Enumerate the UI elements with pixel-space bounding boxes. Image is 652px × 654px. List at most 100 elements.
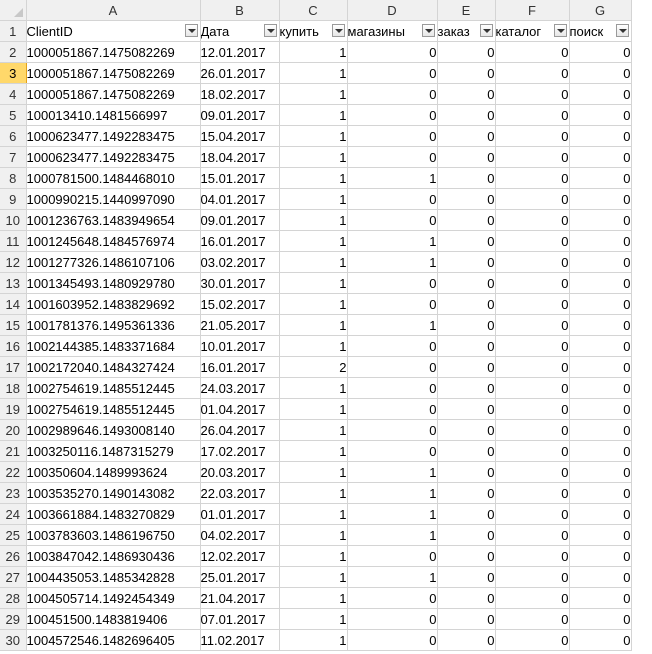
cell-poisk[interactable]: 0	[569, 62, 632, 84]
cell-katalog[interactable]: 0	[495, 83, 570, 105]
cell-katalog[interactable]: 0	[495, 125, 570, 147]
cell-poisk[interactable]: 0	[569, 545, 632, 567]
cell-poisk[interactable]: 0	[569, 377, 632, 399]
cell-kupit[interactable]: 1	[279, 83, 348, 105]
cell-clientid[interactable]: 1000623477.1492283475	[26, 146, 201, 168]
cell-zakaz[interactable]: 0	[437, 188, 496, 210]
cell-zakaz[interactable]: 0	[437, 587, 496, 609]
cell-date[interactable]: 12.01.2017	[200, 41, 280, 63]
cell-katalog[interactable]: 0	[495, 230, 570, 252]
cell-clientid[interactable]: 1000990215.1440997090	[26, 188, 201, 210]
cell-katalog[interactable]: 0	[495, 608, 570, 630]
cell-date[interactable]: 25.01.2017	[200, 566, 280, 588]
cell-zakaz[interactable]: 0	[437, 419, 496, 441]
cell-katalog[interactable]: 0	[495, 587, 570, 609]
filter-dropdown-icon[interactable]	[615, 24, 629, 37]
cell-poisk[interactable]: 0	[569, 209, 632, 231]
row-header[interactable]: 21	[0, 440, 27, 462]
cell-poisk[interactable]: 0	[569, 314, 632, 336]
cell-katalog[interactable]: 0	[495, 188, 570, 210]
cell-magaziny[interactable]: 1	[347, 167, 438, 189]
cell-magaziny[interactable]: 0	[347, 629, 438, 651]
row-header[interactable]: 10	[0, 209, 27, 231]
cell-magaziny[interactable]: 0	[347, 41, 438, 63]
cell-kupit[interactable]: 1	[279, 62, 348, 84]
cell-magaziny[interactable]: 1	[347, 482, 438, 504]
row-header[interactable]: 27	[0, 566, 27, 588]
spreadsheet-grid[interactable]: A B C D E F G 1 ClientID Дата купить маг…	[0, 0, 652, 654]
cell-katalog[interactable]: 0	[495, 272, 570, 294]
cell-magaziny[interactable]: 0	[347, 146, 438, 168]
cell-zakaz[interactable]: 0	[437, 104, 496, 126]
filter-dropdown-icon[interactable]	[479, 24, 493, 37]
cell-poisk[interactable]: 0	[569, 608, 632, 630]
column-header-e[interactable]: E	[437, 0, 496, 21]
cell-poisk[interactable]: 0	[569, 125, 632, 147]
cell-date[interactable]: 12.02.2017	[200, 545, 280, 567]
cell-magaziny[interactable]: 0	[347, 587, 438, 609]
cell-magaziny[interactable]: 1	[347, 230, 438, 252]
cell-kupit[interactable]: 1	[279, 545, 348, 567]
row-header[interactable]: 4	[0, 83, 27, 105]
cell-poisk[interactable]: 0	[569, 83, 632, 105]
cell-magaziny[interactable]: 0	[347, 419, 438, 441]
cell-zakaz[interactable]: 0	[437, 356, 496, 378]
row-header[interactable]: 2	[0, 41, 27, 63]
column-header-c[interactable]: C	[279, 0, 348, 21]
cell-katalog[interactable]: 0	[495, 209, 570, 231]
cell-kupit[interactable]: 1	[279, 167, 348, 189]
cell-katalog[interactable]: 0	[495, 146, 570, 168]
cell-date[interactable]: 09.01.2017	[200, 104, 280, 126]
cell-date[interactable]: 09.01.2017	[200, 209, 280, 231]
cell-clientid[interactable]: 1000623477.1492283475	[26, 125, 201, 147]
cell-date[interactable]: 15.04.2017	[200, 125, 280, 147]
cell-magaziny[interactable]: 0	[347, 83, 438, 105]
cell-katalog[interactable]: 0	[495, 293, 570, 315]
cell-magaziny[interactable]: 1	[347, 314, 438, 336]
cell-zakaz[interactable]: 0	[437, 167, 496, 189]
cell-magaziny[interactable]: 1	[347, 524, 438, 546]
row-header[interactable]: 5	[0, 104, 27, 126]
cell-poisk[interactable]: 0	[569, 272, 632, 294]
cell-zakaz[interactable]: 0	[437, 377, 496, 399]
cell-magaziny[interactable]: 0	[347, 125, 438, 147]
row-header[interactable]: 3	[0, 62, 27, 84]
row-header[interactable]: 19	[0, 398, 27, 420]
row-header[interactable]: 17	[0, 356, 27, 378]
row-header[interactable]: 12	[0, 251, 27, 273]
cell-clientid[interactable]: 1002754619.1485512445	[26, 377, 201, 399]
cell-kupit[interactable]: 1	[279, 629, 348, 651]
filter-dropdown-icon[interactable]	[553, 24, 567, 37]
cell-clientid[interactable]: 1000051867.1475082269	[26, 41, 201, 63]
cell-zakaz[interactable]: 0	[437, 83, 496, 105]
cell-kupit[interactable]: 1	[279, 104, 348, 126]
cell-poisk[interactable]: 0	[569, 587, 632, 609]
cell-zakaz[interactable]: 0	[437, 545, 496, 567]
cell-magaziny[interactable]: 1	[347, 503, 438, 525]
column-header-b[interactable]: B	[200, 0, 280, 21]
row-header[interactable]: 13	[0, 272, 27, 294]
cell-clientid[interactable]: 1002172040.1484327424	[26, 356, 201, 378]
cell-kupit[interactable]: 1	[279, 230, 348, 252]
cell-date[interactable]: 21.04.2017	[200, 587, 280, 609]
cell-magaziny[interactable]: 0	[347, 545, 438, 567]
cell-clientid[interactable]: 1004505714.1492454349	[26, 587, 201, 609]
header-cell-clientid[interactable]: ClientID	[26, 20, 201, 42]
cell-kupit[interactable]: 1	[279, 440, 348, 462]
column-header-f[interactable]: F	[495, 0, 570, 21]
cell-katalog[interactable]: 0	[495, 545, 570, 567]
row-header[interactable]: 8	[0, 167, 27, 189]
cell-clientid[interactable]: 1000781500.1484468010	[26, 167, 201, 189]
column-header-d[interactable]: D	[347, 0, 438, 21]
cell-clientid[interactable]: 1001345493.1480929780	[26, 272, 201, 294]
cell-zakaz[interactable]: 0	[437, 230, 496, 252]
cell-zakaz[interactable]: 0	[437, 335, 496, 357]
cell-kupit[interactable]: 1	[279, 377, 348, 399]
cell-poisk[interactable]: 0	[569, 503, 632, 525]
row-header[interactable]: 6	[0, 125, 27, 147]
cell-clientid[interactable]: 1002989646.1493008140	[26, 419, 201, 441]
cell-kupit[interactable]: 1	[279, 587, 348, 609]
cell-zakaz[interactable]: 0	[437, 314, 496, 336]
cell-magaziny[interactable]: 1	[347, 251, 438, 273]
cell-magaziny[interactable]: 0	[347, 209, 438, 231]
